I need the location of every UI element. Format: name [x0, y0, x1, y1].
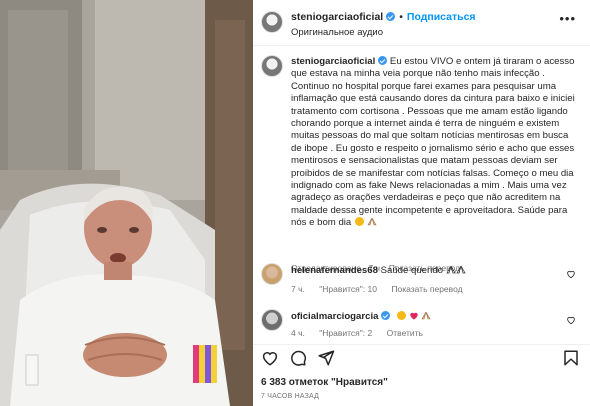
verified-icon: [378, 56, 388, 65]
follow-button[interactable]: Подписаться: [407, 11, 476, 23]
smiling-face-icon: [354, 217, 364, 227]
author-username[interactable]: steniogarciaoficial: [291, 11, 383, 23]
comment-time[interactable]: 7 ч.: [291, 284, 305, 294]
post-time-ago[interactable]: 7 ЧАСОВ НАЗАД: [261, 393, 319, 400]
action-bar: 6 383 отметок "Нравится" 7 ЧАСОВ НАЗАД: [253, 344, 590, 406]
caption-username[interactable]: steniogarciaoficial: [291, 56, 375, 67]
comment-avatar[interactable]: [261, 263, 283, 285]
verified-icon: [386, 12, 396, 21]
red-heart-icon: [410, 312, 418, 320]
bookmark-icon[interactable]: [562, 349, 580, 367]
comment-meta: 7 ч. "Нравится": 10 Показать перевод: [291, 284, 475, 294]
post-header: steniogarciaoficial • Подписаться Оригинал…: [253, 0, 590, 46]
comment-reply-link[interactable]: Ответить: [387, 328, 423, 338]
comment-text: Saúde querido: [380, 265, 444, 276]
more-horizontal-icon[interactable]: •••: [559, 12, 576, 25]
post-video[interactable]: [0, 0, 253, 406]
caption-text: Eu estou VIVO e ontem já tiraram o acess…: [291, 56, 575, 229]
author-line: steniogarciaoficial • Подписаться: [291, 11, 476, 23]
verified-icon: [381, 311, 391, 320]
post-caption: steniogarciaoficial Eu estou VIVO e onte…: [291, 56, 581, 230]
comment-item: helenafernandes68 Saúde querido: [291, 265, 466, 276]
comment-likes[interactable]: "Нравится": 10: [319, 284, 377, 294]
comment-time[interactable]: 4 ч.: [291, 328, 305, 338]
caption-author-avatar[interactable]: [261, 55, 283, 77]
likes-count[interactable]: 6 383 отметок "Нравится": [261, 377, 388, 388]
comment-avatar[interactable]: [261, 309, 283, 331]
crying-face-icon: [397, 311, 407, 320]
comment-like-heart-icon[interactable]: [566, 315, 576, 325]
video-frame-illustration: [0, 0, 253, 406]
separator-dot: •: [399, 11, 403, 23]
comment-item: oficialmarciogarcia: [291, 311, 431, 322]
praying-hands-icon: [456, 265, 466, 274]
post-panel: steniogarciaoficial • Подписаться Оригинал…: [253, 0, 590, 406]
author-avatar[interactable]: [261, 11, 283, 33]
comment-username[interactable]: oficialmarciogarcia: [291, 311, 378, 322]
heart-icon[interactable]: [261, 349, 279, 367]
comment-meta: 4 ч. "Нравится": 2 Ответить: [291, 328, 435, 338]
praying-hands-icon: [367, 218, 377, 226]
praying-hands-icon: [446, 265, 456, 274]
comment-username[interactable]: helenafernandes68: [291, 265, 378, 276]
comment-icon[interactable]: [289, 349, 307, 367]
share-icon[interactable]: [317, 349, 335, 367]
comment-translate-link[interactable]: Показать перевод: [391, 284, 462, 294]
audio-label[interactable]: Оригинальное аудио: [291, 27, 383, 38]
comment-likes[interactable]: "Нравится": 2: [319, 328, 372, 338]
praying-hands-icon: [421, 311, 431, 320]
comment-like-heart-icon[interactable]: [566, 269, 576, 279]
